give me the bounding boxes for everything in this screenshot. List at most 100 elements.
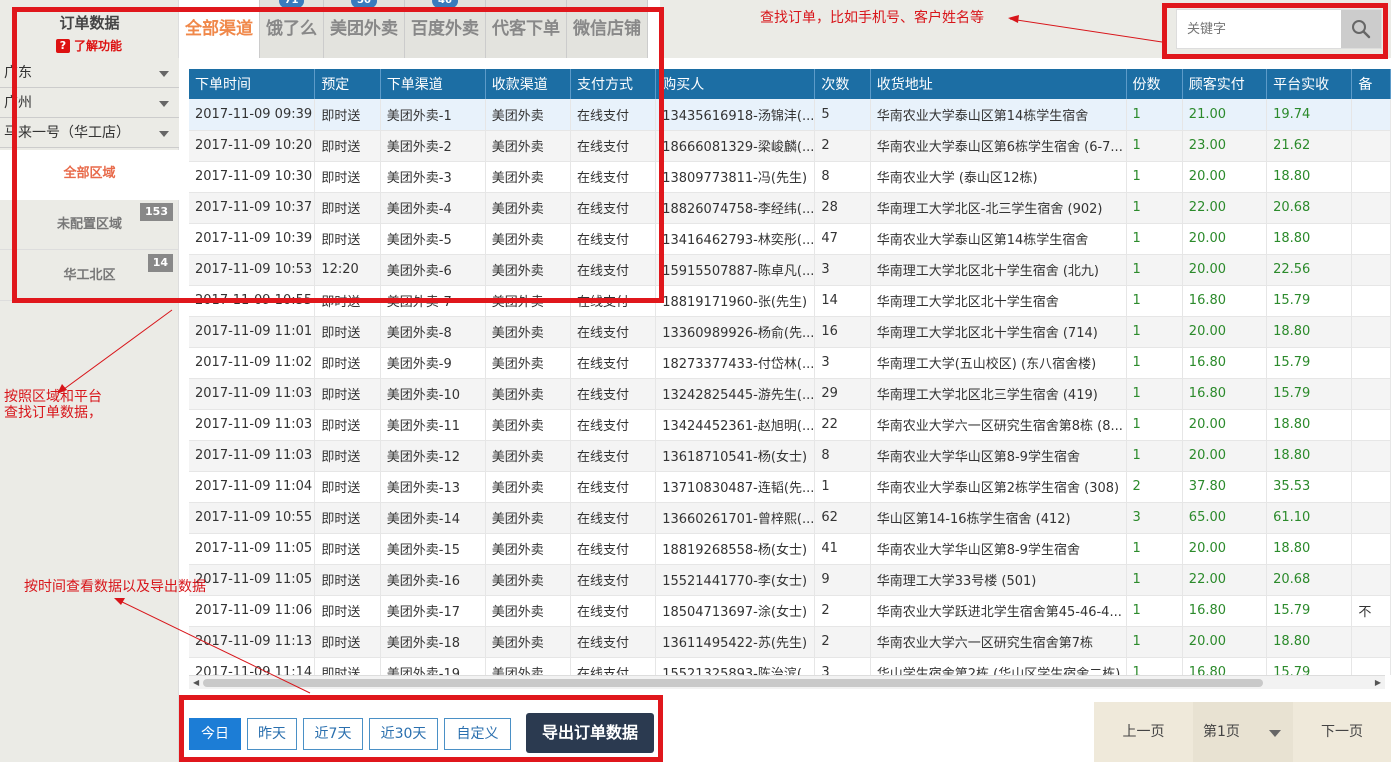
- table-cell: [1351, 347, 1391, 379]
- table-row[interactable]: 2017-11-09 11:05 即时送 美团外卖-16 美团外卖 在线支付 155214…: [189, 564, 1391, 596]
- table-row[interactable]: 2017-11-09 10:37 即时送 美团外卖-4 美团外卖 在线支付 1882607…: [189, 192, 1391, 224]
- table-row[interactable]: 2017-11-09 11:03 即时送 美团外卖-10 美团外卖 在线支付 132428…: [189, 378, 1391, 410]
- table-cell: [1351, 254, 1391, 286]
- province-select-value: 广东: [4, 65, 32, 81]
- filter-30days-button[interactable]: 近30天: [369, 718, 438, 750]
- column-header[interactable]: 份数: [1126, 69, 1183, 99]
- table-cell: 8: [814, 440, 871, 472]
- help-link[interactable]: ? 了解功能: [56, 37, 122, 54]
- scroll-left-icon[interactable]: ◀: [193, 678, 199, 687]
- region-count-badge: 153: [140, 203, 173, 221]
- table-cell: 2017-11-09 11:14: [189, 657, 316, 675]
- column-header[interactable]: 备: [1351, 69, 1391, 99]
- region-huagong-north[interactable]: 华工北区 14: [0, 251, 179, 301]
- column-header[interactable]: 顾客实付: [1182, 69, 1268, 99]
- table-cell: 13660261701-曾梓熙(...: [655, 502, 816, 534]
- scroll-right-icon[interactable]: ▶: [1375, 678, 1381, 687]
- search-input[interactable]: [1177, 10, 1341, 48]
- search-button[interactable]: [1341, 10, 1381, 48]
- export-orders-button[interactable]: 导出订单数据: [526, 713, 654, 753]
- store-select-value: 马来一号（华工店）: [4, 125, 130, 141]
- table-row[interactable]: 2017-11-09 11:02 即时送 美团外卖-9 美团外卖 在线支付 1827337…: [189, 347, 1391, 379]
- column-header[interactable]: 下单时间: [189, 69, 316, 99]
- annotation-time-note: 按时间查看数据以及导出数据: [24, 579, 206, 595]
- table-row[interactable]: 2017-11-09 09:39 即时送 美团外卖-1 美团外卖 在线支付 1343561…: [189, 99, 1391, 131]
- filter-7days-button[interactable]: 近7天: [303, 718, 363, 750]
- table-cell: 1: [1126, 378, 1183, 410]
- table-cell: 即时送: [314, 161, 381, 193]
- tab-baidu[interactable]: 46 百度外卖: [405, 0, 486, 58]
- table-cell: 美团外卖: [485, 440, 571, 472]
- chevron-down-icon: [1269, 730, 1281, 737]
- table-cell: 即时送: [314, 99, 381, 131]
- province-select[interactable]: 广东: [0, 58, 179, 88]
- table-cell: 在线支付: [570, 254, 657, 286]
- table-cell: 美团外卖-13: [380, 471, 486, 503]
- table-cell: 18819268558-杨(女士): [655, 533, 816, 565]
- table-row[interactable]: 2017-11-09 10:39 即时送 美团外卖-5 美团外卖 在线支付 1341646…: [189, 223, 1391, 255]
- column-header[interactable]: 支付方式: [570, 69, 657, 99]
- table-cell: 即时送: [314, 595, 381, 627]
- table-row[interactable]: 2017-11-09 11:04 即时送 美团外卖-13 美团外卖 在线支付 137108…: [189, 471, 1391, 503]
- column-header[interactable]: 平台实收: [1266, 69, 1353, 99]
- table-cell: 3: [1126, 502, 1183, 534]
- column-header[interactable]: 下单渠道: [380, 69, 486, 99]
- table-cell: 21.62: [1266, 130, 1353, 162]
- table-cell: 3: [814, 347, 871, 379]
- tab-meituan[interactable]: 50 美团外卖: [324, 0, 405, 58]
- table-row[interactable]: 2017-11-09 10:55 即时送 美团外卖-7 美团外卖 在线支付 1881917…: [189, 285, 1391, 317]
- table-cell: 13435616918-汤锦沣(...: [655, 99, 816, 131]
- table-cell: 2017-11-09 11:05: [189, 564, 316, 596]
- tab-all-channels[interactable]: 全部渠道: [179, 0, 260, 58]
- store-select[interactable]: 马来一号（华工店）: [0, 118, 179, 148]
- tab-label: 饿了么: [266, 19, 317, 39]
- table-cell: 在线支付: [570, 502, 657, 534]
- table-cell: 16.80: [1182, 347, 1268, 379]
- table-row[interactable]: 2017-11-09 11:03 即时送 美团外卖-12 美团外卖 在线支付 136187…: [189, 440, 1391, 472]
- region-all[interactable]: 全部区域: [0, 150, 179, 200]
- table-row[interactable]: 2017-11-09 11:05 即时送 美团外卖-15 美团外卖 在线支付 188192…: [189, 533, 1391, 565]
- table-cell: 65.00: [1182, 502, 1268, 534]
- table-row[interactable]: 2017-11-09 10:53 12:20 美团外卖-6 美团外卖 在线支付 15915…: [189, 254, 1391, 286]
- table-row[interactable]: 2017-11-09 11:01 即时送 美团外卖-8 美团外卖 在线支付 1336098…: [189, 316, 1391, 348]
- table-cell: 华南农业大学华山区第8-9学生宿舍: [870, 440, 1127, 472]
- table-cell: 美团外卖-2: [380, 130, 486, 162]
- page-select[interactable]: 第1页: [1193, 702, 1293, 762]
- table-row[interactable]: 2017-11-09 11:06 即时送 美团外卖-17 美团外卖 在线支付 185047…: [189, 595, 1391, 627]
- table-row[interactable]: 2017-11-09 10:30 即时送 美团外卖-3 美团外卖 在线支付 1380977…: [189, 161, 1391, 193]
- tab-eleme[interactable]: 71 饿了么: [260, 0, 324, 58]
- table-cell: 华南理工大学33号楼 (501): [870, 564, 1127, 596]
- table-row[interactable]: 2017-11-09 11:03 即时送 美团外卖-11 美团外卖 在线支付 134244…: [189, 409, 1391, 441]
- table-cell: 在线支付: [570, 99, 657, 131]
- table-cell: 18504713697-涂(女士): [655, 595, 816, 627]
- tab-proxy-order[interactable]: 代客下单: [486, 0, 567, 58]
- table-cell: 18273377433-付岱林(...: [655, 347, 816, 379]
- table-row[interactable]: 2017-11-09 10:55 即时送 美团外卖-14 美团外卖 在线支付 136602…: [189, 502, 1391, 534]
- table-cell: 美团外卖-14: [380, 502, 486, 534]
- column-header[interactable]: 收款渠道: [485, 69, 571, 99]
- table-row[interactable]: 2017-11-09 11:13 即时送 美团外卖-18 美团外卖 在线支付 136114…: [189, 626, 1391, 658]
- table-row[interactable]: 2017-11-09 11:14 即时送 美团外卖-19 美团外卖 在线支付 155213…: [189, 657, 1391, 675]
- column-header[interactable]: 收货地址: [870, 69, 1127, 99]
- column-header[interactable]: 次数: [814, 69, 871, 99]
- filter-custom-button[interactable]: 自定义: [444, 718, 511, 750]
- region-unconfigured[interactable]: 未配置区域 153: [0, 200, 179, 250]
- table-row[interactable]: 2017-11-09 10:20 即时送 美团外卖-2 美团外卖 在线支付 1866608…: [189, 130, 1391, 162]
- prev-page-button[interactable]: 上一页: [1094, 702, 1193, 762]
- column-header[interactable]: 购买人: [655, 69, 816, 99]
- scrollbar-thumb[interactable]: [203, 679, 1263, 687]
- sidebar: 订单数据 ? 了解功能 广东 广州 马来一号（华工店） 全部区域 未配置区域 1…: [0, 0, 179, 762]
- horizontal-scrollbar[interactable]: ◀ ▶: [189, 675, 1385, 689]
- next-page-button[interactable]: 下一页: [1293, 702, 1391, 762]
- table-cell: [1351, 378, 1391, 410]
- table-cell: [1351, 626, 1391, 658]
- filter-today-button[interactable]: 今日: [189, 718, 241, 750]
- tab-wechat-store[interactable]: 微信店铺: [567, 0, 648, 58]
- table-cell: 21.00: [1182, 99, 1268, 131]
- column-header[interactable]: 预定: [314, 69, 381, 99]
- table-cell: 15.79: [1266, 347, 1353, 379]
- table-cell: 2017-11-09 10:53: [189, 254, 316, 286]
- table-cell: 在线支付: [570, 409, 657, 441]
- filter-yesterday-button[interactable]: 昨天: [247, 718, 297, 750]
- city-select[interactable]: 广州: [0, 88, 179, 118]
